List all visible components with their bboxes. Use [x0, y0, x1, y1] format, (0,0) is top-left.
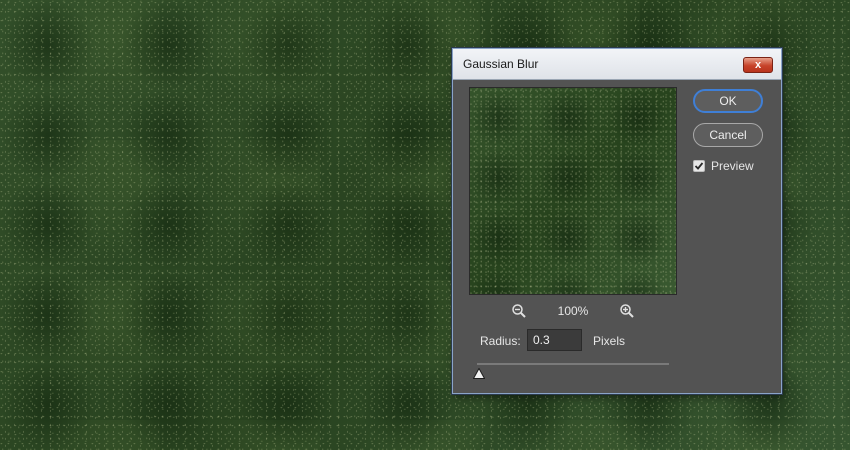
- preview-checkbox-label: Preview: [711, 159, 754, 173]
- dialog-titlebar[interactable]: Gaussian Blur x: [453, 49, 781, 80]
- gaussian-blur-dialog: Gaussian Blur x 100% OK Cancel Preview R…: [452, 48, 782, 394]
- cancel-button[interactable]: Cancel: [693, 123, 763, 147]
- ok-button[interactable]: OK: [693, 89, 763, 113]
- dialog-title: Gaussian Blur: [463, 57, 539, 71]
- radius-units-label: Pixels: [593, 334, 626, 348]
- blur-preview-image[interactable]: [469, 87, 677, 295]
- zoom-in-icon[interactable]: [619, 303, 635, 319]
- close-button[interactable]: x: [743, 57, 773, 73]
- zoom-out-icon[interactable]: [511, 303, 527, 319]
- zoom-controls: 100%: [469, 301, 677, 321]
- check-icon: [694, 162, 704, 170]
- zoom-level-readout: 100%: [557, 304, 589, 318]
- slider-thumb-icon[interactable]: [472, 366, 486, 379]
- radius-label: Radius:: [480, 334, 521, 348]
- radius-slider-track[interactable]: [477, 363, 669, 365]
- radius-input[interactable]: [527, 329, 582, 351]
- preview-checkbox[interactable]: [693, 160, 705, 172]
